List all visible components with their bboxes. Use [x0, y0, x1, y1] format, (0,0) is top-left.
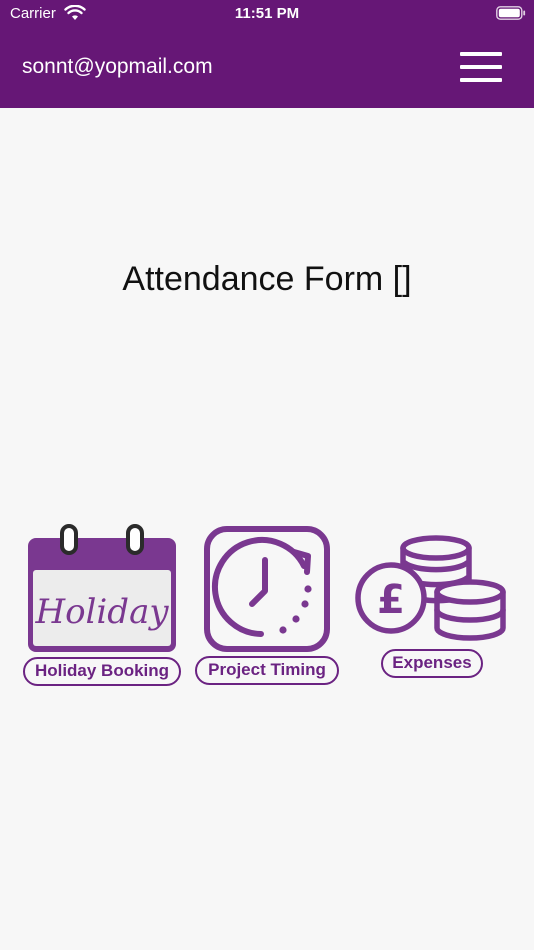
- holiday-booking-button[interactable]: Holiday Holiday Booking: [22, 522, 182, 687]
- app-header: Carrier 11:51 PM sonnt@yopmail.com: [0, 0, 534, 108]
- pound-coins-icon: £: [355, 535, 506, 641]
- holiday-icon-text: Holiday: [34, 592, 169, 632]
- battery-icon: [496, 6, 526, 20]
- expenses-label: Expenses: [381, 649, 483, 678]
- page-title: Attendance Form []: [122, 260, 412, 298]
- hamburger-menu-icon[interactable]: [460, 52, 504, 84]
- project-timing-label: Project Timing: [195, 656, 339, 685]
- clock-icon: [204, 526, 330, 652]
- holiday-calendar-icon: Holiday: [28, 524, 176, 652]
- holiday-booking-label: Holiday Booking: [23, 657, 181, 686]
- user-email: sonnt@yopmail.com: [22, 55, 213, 78]
- expenses-button[interactable]: £ Expenses: [354, 532, 512, 682]
- status-bar: Carrier 11:51 PM: [0, 0, 534, 28]
- status-time: 11:51 PM: [234, 5, 300, 22]
- svg-text:£: £: [377, 577, 405, 623]
- project-timing-button[interactable]: Project Timing: [194, 522, 340, 687]
